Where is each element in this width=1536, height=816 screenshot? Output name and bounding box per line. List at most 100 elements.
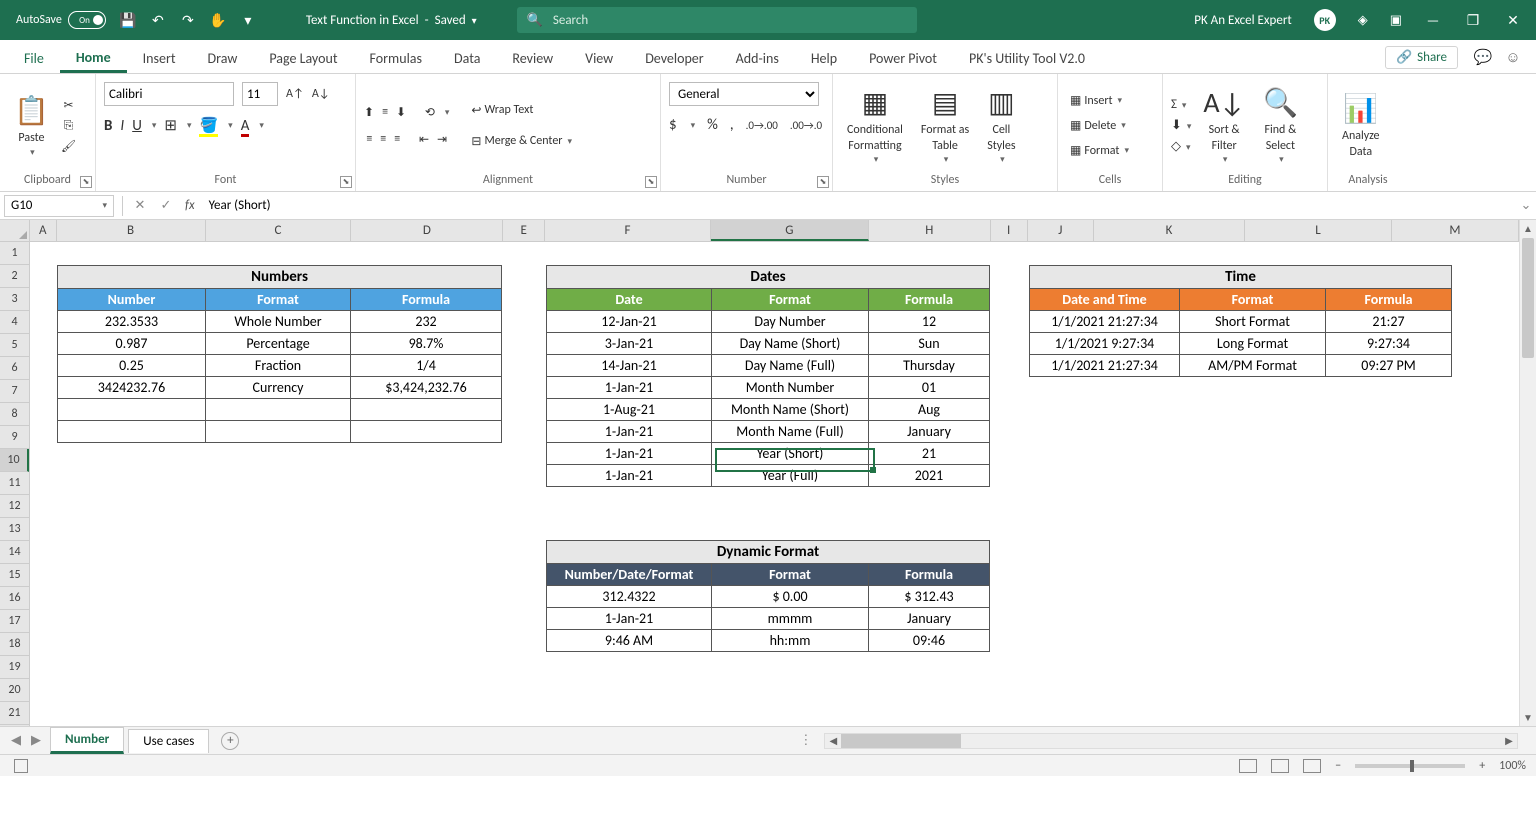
column-header-F[interactable]: F (545, 220, 711, 241)
tab-review[interactable]: Review (496, 42, 569, 73)
tab-page-layout[interactable]: Page Layout (253, 42, 353, 73)
table-cell[interactable]: 2021 (869, 465, 990, 487)
table-cell[interactable]: 1-Jan-21 (547, 421, 712, 443)
table-cell[interactable]: 1/4 (351, 355, 502, 377)
page-break-view-icon[interactable] (1303, 759, 1321, 773)
maximize-button[interactable]: ❐ (1464, 12, 1482, 29)
row-header-2[interactable]: 2 (0, 265, 29, 288)
column-header-D[interactable]: D (351, 220, 503, 241)
vertical-scrollbar[interactable]: ▲ ▼ (1519, 220, 1536, 726)
table-cell[interactable]: Long Format (1180, 333, 1326, 355)
table-cell[interactable] (58, 421, 206, 443)
smiley-icon[interactable]: ☺ (1498, 49, 1528, 67)
table-cell[interactable]: 1-Jan-21 (547, 377, 712, 399)
tab-developer[interactable]: Developer (629, 42, 719, 73)
row-header-4[interactable]: 4 (0, 311, 29, 334)
row-header-13[interactable]: 13 (0, 518, 29, 541)
table-cell[interactable]: 1-Jan-21 (547, 608, 712, 630)
align-center-icon[interactable]: ≡ (380, 132, 386, 146)
row-header-8[interactable]: 8 (0, 403, 29, 426)
table-cell[interactable]: 0.987 (58, 333, 206, 355)
row-header-3[interactable]: 3 (0, 288, 29, 311)
minimize-button[interactable]: — (1424, 12, 1442, 29)
cancel-formula-icon[interactable]: ✕ (127, 198, 153, 213)
table-cell[interactable]: $ 312.43 (869, 586, 990, 608)
sheet-tab-use-cases[interactable]: Use cases (128, 729, 209, 753)
row-header-12[interactable]: 12 (0, 495, 29, 518)
align-right-icon[interactable]: ≡ (394, 132, 400, 146)
add-sheet-button[interactable]: + (221, 732, 239, 750)
table-cell[interactable]: 232.3533 (58, 311, 206, 333)
zoom-out-button[interactable]: − (1335, 759, 1341, 773)
table-row[interactable]: 3424232.76Currency$3,424,232.76 (58, 377, 502, 399)
table-cell[interactable]: Month Number (712, 377, 869, 399)
cell-styles-button[interactable]: ▥Cell Styles▾ (981, 83, 1021, 168)
autosave-toggle[interactable]: On (68, 11, 106, 29)
table-cell[interactable]: Month Name (Short) (712, 399, 869, 421)
undo-icon[interactable]: ↶ (150, 12, 166, 28)
table-row[interactable]: 1/1/2021 9:27:34Long Format9:27:34 (1030, 333, 1452, 355)
decrease-indent-icon[interactable]: ⇤ (419, 132, 429, 147)
fill-icon[interactable]: ⬇ ▾ (1171, 118, 1191, 133)
accounting-format-icon[interactable]: $ (669, 116, 677, 134)
record-macro-icon[interactable] (14, 759, 28, 773)
table-cell[interactable]: $ 0.00 (712, 586, 869, 608)
column-header-H[interactable]: H (869, 220, 991, 241)
clipboard-launcher[interactable]: ⬊ (80, 176, 92, 188)
row-header-10[interactable]: 10 (0, 449, 29, 472)
table-row[interactable]: 12-Jan-21Day Number12 (547, 311, 990, 333)
percent-format-icon[interactable]: % (707, 116, 718, 134)
name-box[interactable]: G10▾ (4, 195, 114, 217)
tab-data[interactable]: Data (438, 42, 496, 73)
zoom-slider[interactable] (1355, 764, 1465, 768)
table-cell[interactable]: hh:mm (712, 630, 869, 652)
paste-button[interactable]: 📋 Paste▾ (8, 91, 55, 161)
sheet-nav-next-icon[interactable]: ▶ (26, 733, 46, 748)
zoom-level[interactable]: 100% (1499, 759, 1526, 773)
table-cell[interactable]: 21:27 (1326, 311, 1452, 333)
column-header-J[interactable]: J (1028, 220, 1095, 241)
touch-icon[interactable]: ✋ (210, 12, 226, 28)
column-header-E[interactable]: E (503, 220, 545, 241)
horizontal-scrollbar[interactable]: ◀▶ (824, 733, 1518, 749)
table-cell[interactable]: Short Format (1180, 311, 1326, 333)
table-cell[interactable]: 1/1/2021 21:27:34 (1030, 311, 1180, 333)
font-launcher[interactable]: ⬊ (340, 176, 352, 188)
number-format-select[interactable]: General (669, 82, 819, 106)
increase-indent-icon[interactable]: ⇥ (437, 132, 447, 147)
table-cell[interactable] (58, 399, 206, 421)
table-row[interactable] (58, 421, 502, 443)
increase-font-icon[interactable]: A↑ (286, 87, 304, 101)
table-cell[interactable]: Year (Short) (712, 443, 869, 465)
row-header-17[interactable]: 17 (0, 610, 29, 633)
underline-button[interactable]: U (132, 117, 142, 135)
select-all-button[interactable] (0, 220, 30, 241)
table-cell[interactable]: 1-Aug-21 (547, 399, 712, 421)
align-middle-icon[interactable]: ≡ (382, 105, 388, 119)
diamond-icon[interactable]: ◈ (1358, 13, 1368, 28)
alignment-launcher[interactable]: ⬊ (645, 176, 657, 188)
row-header-1[interactable]: 1 (0, 242, 29, 265)
column-header-G[interactable]: G (711, 220, 869, 241)
decrease-font-icon[interactable]: A↓ (312, 87, 330, 101)
tab-insert[interactable]: Insert (127, 42, 192, 73)
table-row[interactable]: 232.3533Whole Number232 (58, 311, 502, 333)
align-left-icon[interactable]: ≡ (366, 132, 372, 146)
column-header-L[interactable]: L (1245, 220, 1392, 241)
borders-icon[interactable]: ⊞ (164, 116, 177, 135)
table-cell[interactable]: 0.25 (58, 355, 206, 377)
decrease-decimal-icon[interactable]: .00→.0 (790, 119, 822, 132)
delete-cells-button[interactable]: ▦ Delete▾ (1066, 116, 1130, 135)
normal-view-icon[interactable] (1239, 759, 1257, 773)
increase-decimal-icon[interactable]: .0→.00 (746, 119, 778, 132)
expand-formula-bar-icon[interactable]: ⌄ (1516, 198, 1536, 213)
table-cell[interactable]: 9:27:34 (1326, 333, 1452, 355)
user-avatar-icon[interactable]: PK (1314, 9, 1336, 31)
table-cell[interactable]: AM/PM Format (1180, 355, 1326, 377)
table-cell[interactable]: 9:46 AM (547, 630, 712, 652)
column-header-M[interactable]: M (1392, 220, 1519, 241)
format-as-table-button[interactable]: ▤Format as Table▾ (915, 83, 975, 168)
enter-formula-icon[interactable]: ✓ (153, 198, 179, 213)
table-row[interactable]: 1-Jan-21Year (Full)2021 (547, 465, 990, 487)
table-cell[interactable] (206, 421, 351, 443)
